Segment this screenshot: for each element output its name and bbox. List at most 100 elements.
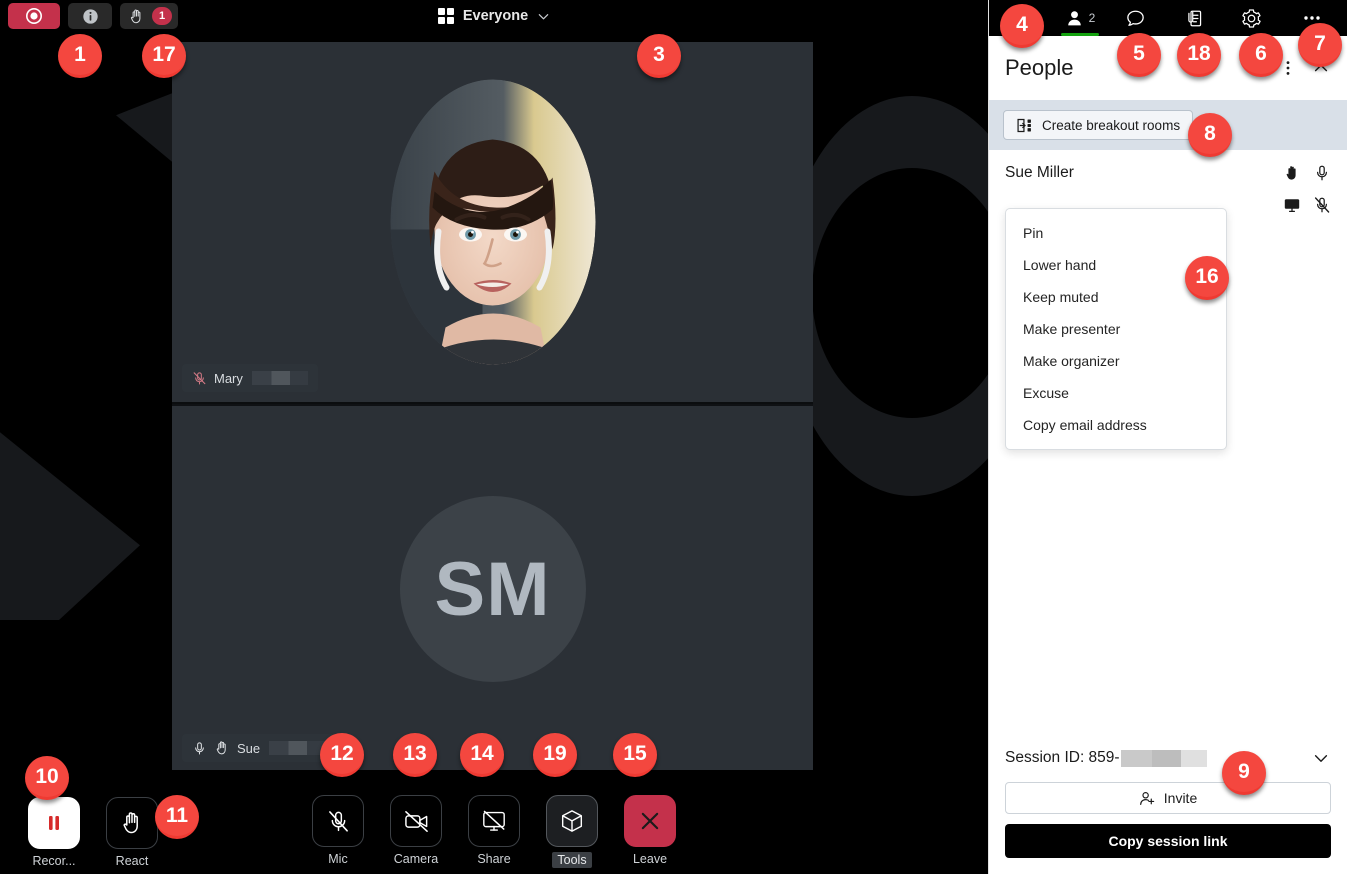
invite-button-label: Invite xyxy=(1163,790,1198,806)
mic-control[interactable]: Mic xyxy=(312,795,364,868)
tab-people[interactable]: 2 xyxy=(1051,0,1109,36)
participant-name-chip-mary: Mary xyxy=(182,364,318,392)
mic-muted-icon xyxy=(193,371,206,384)
annotation-badge-1: 1 xyxy=(58,34,102,78)
participant-name-label: Mary xyxy=(214,370,243,386)
video-tile-sue[interactable]: SM Sue xyxy=(172,406,813,772)
leave-button[interactable] xyxy=(624,795,676,847)
participant-name: Sue Miller xyxy=(1005,164,1074,181)
menu-item-excuse[interactable]: Excuse xyxy=(1006,377,1226,409)
annotation-badge-19: 19 xyxy=(533,733,577,777)
tools-control-label: Tools xyxy=(552,852,592,868)
raised-hands-button[interactable]: 1 xyxy=(120,3,178,29)
avatar: SM xyxy=(399,496,586,682)
annotation-badge-6: 6 xyxy=(1239,33,1283,77)
camera-control-label: Camera xyxy=(393,852,439,866)
mic-button[interactable] xyxy=(312,795,364,847)
tab-chat[interactable] xyxy=(1109,0,1167,36)
annotation-badge-10: 10 xyxy=(25,756,69,800)
record-circle-icon xyxy=(26,8,42,24)
invite-button[interactable]: Invite xyxy=(1005,782,1331,814)
raised-hand-icon[interactable] xyxy=(1283,164,1301,182)
annotation-badge-8: 8 xyxy=(1188,113,1232,157)
breakout-bar: Create breakout rooms xyxy=(989,100,1347,150)
participant-status-icons xyxy=(1283,164,1331,214)
background-shape-triangle-bottom xyxy=(0,400,140,620)
info-button[interactable] xyxy=(68,3,112,29)
annotation-badge-16: 16 xyxy=(1185,256,1229,300)
tab-notes[interactable] xyxy=(1167,0,1225,36)
chevron-down-icon[interactable] xyxy=(1311,748,1331,768)
cube-icon xyxy=(561,810,583,832)
participant-name-chip-sue: Sue xyxy=(182,734,336,762)
leave-control[interactable]: Leave xyxy=(624,795,676,868)
redacted-session-id xyxy=(1120,749,1207,767)
menu-item-make-presenter[interactable]: Make presenter xyxy=(1006,313,1226,345)
annotation-badge-14: 14 xyxy=(460,733,504,777)
annotation-badge-3: 3 xyxy=(637,34,681,78)
share-control-label: Share xyxy=(477,852,511,866)
tools-control[interactable]: Tools xyxy=(546,795,598,868)
annotation-badge-15: 15 xyxy=(613,733,657,777)
avatar-initials: SM xyxy=(434,546,551,632)
annotation-badge-7: 7 xyxy=(1298,23,1342,67)
camera-control[interactable]: Camera xyxy=(390,795,442,868)
record-button[interactable] xyxy=(8,3,60,29)
video-stage: Mary SM Sue xyxy=(172,42,813,772)
notes-icon xyxy=(1188,10,1202,26)
mic-icon xyxy=(195,741,204,754)
breakout-button-label: Create breakout rooms xyxy=(1042,117,1181,133)
grid-layout-icon[interactable] xyxy=(437,8,454,24)
camera-button[interactable] xyxy=(390,795,442,847)
tools-button[interactable] xyxy=(546,795,598,847)
mic-muted-icon[interactable] xyxy=(1313,196,1331,214)
top-bar-left-group: 1 xyxy=(0,3,178,29)
participant-row[interactable]: Sue Miller xyxy=(989,150,1347,214)
people-panel: 2 People Create breakout rooms Sue Mille… xyxy=(988,0,1347,874)
session-id-row[interactable]: Session ID: 859- xyxy=(1005,738,1331,782)
participant-video-mary xyxy=(390,79,595,365)
gear-icon xyxy=(1242,8,1261,28)
info-icon xyxy=(82,8,98,24)
meeting-top-bar: 1 Everyone xyxy=(0,0,988,32)
annotation-badge-12: 12 xyxy=(320,733,364,777)
share-control[interactable]: Share xyxy=(468,795,520,868)
camera-off-icon xyxy=(404,810,428,832)
menu-item-make-organizer[interactable]: Make organizer xyxy=(1006,345,1226,377)
annotation-badge-5: 5 xyxy=(1117,33,1161,77)
redacted-name-block xyxy=(251,371,308,385)
tile-divider xyxy=(172,402,813,404)
people-icon xyxy=(1067,10,1081,25)
chevron-down-icon[interactable] xyxy=(537,10,550,23)
page-title: People xyxy=(1005,55,1074,80)
menu-item-pin[interactable]: Pin xyxy=(1006,217,1226,249)
annotation-badge-18: 18 xyxy=(1177,33,1221,77)
controls-center-group: Mic Camera Share Tools Leave xyxy=(0,795,988,868)
video-tile-mary[interactable]: Mary xyxy=(172,42,813,402)
screen-share-icon[interactable] xyxy=(1283,196,1301,214)
participant-context-menu: Pin Lower hand Keep muted Make presenter… xyxy=(1005,208,1227,450)
mic-control-label: Mic xyxy=(328,852,348,866)
leave-control-label: Leave xyxy=(632,852,668,866)
screen-share-off-icon xyxy=(483,810,505,831)
menu-item-copy-email-address[interactable]: Copy email address xyxy=(1006,409,1226,441)
app-root: 1 Everyone Mary SM Sue Recor... React Mi… xyxy=(0,0,1347,874)
annotation-badge-17: 17 xyxy=(142,34,186,78)
mic-muted-icon xyxy=(328,810,348,832)
annotation-badge-11: 11 xyxy=(155,795,199,839)
breakout-rooms-icon xyxy=(1016,117,1033,134)
share-button[interactable] xyxy=(468,795,520,847)
session-id-text: Session ID: 859- xyxy=(1005,749,1207,767)
raised-hand-icon xyxy=(216,741,226,755)
people-count: 2 xyxy=(1088,11,1096,25)
copy-session-link-button[interactable]: Copy session link xyxy=(1005,824,1331,858)
annotation-badge-9: 9 xyxy=(1222,751,1266,795)
layout-label[interactable]: Everyone xyxy=(463,8,528,24)
mic-icon[interactable] xyxy=(1313,164,1331,182)
create-breakout-rooms-button[interactable]: Create breakout rooms xyxy=(1003,110,1194,140)
tab-settings[interactable] xyxy=(1225,0,1283,36)
annotation-badge-13: 13 xyxy=(393,733,437,777)
panel-footer: Session ID: 859- Invite Copy session lin… xyxy=(989,738,1347,874)
annotation-badge-4: 4 xyxy=(1000,4,1044,48)
close-x-icon xyxy=(641,812,659,830)
